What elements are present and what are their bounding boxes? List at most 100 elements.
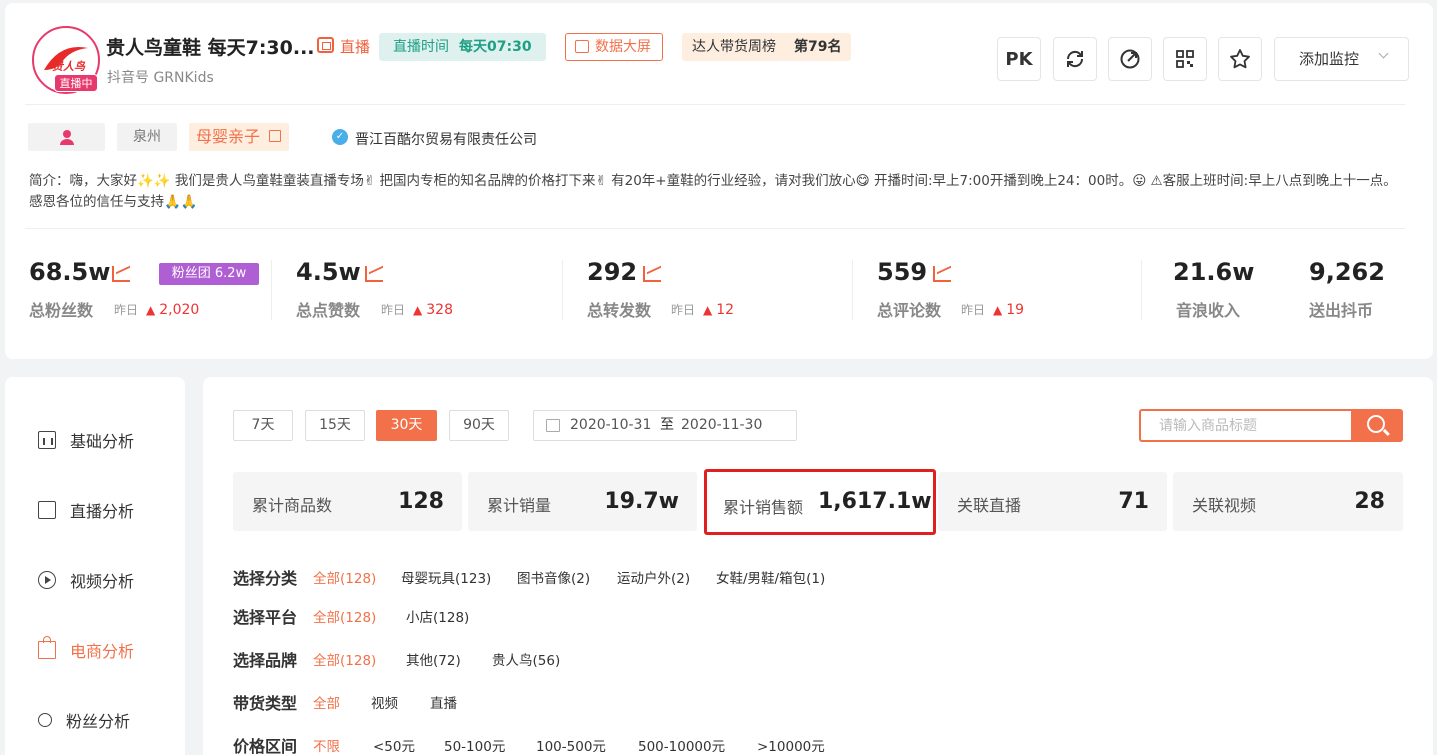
metric-value: 1,617.1w [818, 489, 932, 514]
filter-option[interactable]: 小店(128) [406, 606, 469, 626]
category-tag[interactable]: 母婴亲子 [189, 123, 289, 151]
metric-value: 128 [398, 489, 444, 514]
yesterday-label: 昨日 [114, 303, 139, 317]
metric-label: 累计销量 [487, 496, 552, 515]
filter-option[interactable]: 母婴玩具(123) [401, 567, 491, 587]
metric-label: 关联直播 [957, 496, 1022, 515]
stat-value: 21.6w [1173, 258, 1255, 286]
sidebar-item-ecommerce[interactable]: 电商分析 [38, 636, 135, 662]
date-start[interactable]: 2020-10-31 [570, 411, 651, 440]
trend-chart-icon[interactable] [365, 266, 383, 282]
filter-option[interactable]: <50元 [373, 735, 415, 755]
filter-option[interactable]: 500-10000元 [638, 735, 725, 755]
favorite-button[interactable] [1218, 37, 1262, 81]
search-button[interactable] [1351, 409, 1403, 442]
stat-shares: 292 总转发数 昨日 ▲ 12 [587, 258, 734, 320]
divider [25, 228, 1405, 229]
filter-option[interactable]: 视频 [371, 692, 398, 712]
sidebar-item-fans[interactable]: 粉丝分析 [38, 708, 130, 732]
filter-option[interactable]: 直播 [430, 692, 457, 712]
gender-tag [28, 123, 105, 151]
edit-icon[interactable] [269, 130, 281, 142]
stat-label: 总点赞数 [296, 301, 361, 320]
refresh-button[interactable] [1053, 37, 1097, 81]
filter-option[interactable]: 50-100元 [444, 735, 505, 755]
pk-button[interactable]: PK [997, 37, 1041, 81]
add-monitor-label: 添加监控 [1299, 50, 1360, 68]
live-icon [317, 37, 334, 53]
filter-title: 选择分类 [233, 569, 298, 588]
star-icon [1230, 49, 1250, 69]
stat-value: 292 [587, 258, 638, 286]
filter-option[interactable]: 贵人鸟(56) [492, 649, 560, 669]
date-range-separator: 至 [660, 417, 674, 433]
period-7d-button[interactable]: 7天 [233, 410, 293, 441]
stat-coins: 9,262 送出抖币 [1309, 258, 1385, 320]
sidebar-item-label: 视频分析 [70, 572, 135, 591]
stat-value: 559 [877, 258, 928, 286]
metric-total-products: 累计商品数 128 [233, 472, 462, 531]
filter-option[interactable]: 其他(72) [406, 649, 461, 669]
up-arrow-icon: ▲ [703, 303, 713, 317]
stat-value: 9,262 [1309, 258, 1385, 286]
sidebar-item-live[interactable]: 直播分析 [38, 498, 134, 522]
chart-screen-icon [575, 40, 589, 53]
filter-option[interactable]: 100-500元 [536, 735, 606, 755]
filter-option[interactable]: 运动户外(2) [617, 567, 690, 587]
stat-yesterday: 昨日 ▲ 328 [381, 301, 453, 318]
stat-value: 68.5w [29, 258, 111, 286]
date-end[interactable]: 2020-11-30 [681, 411, 762, 440]
metric-label: 累计销售额 [723, 498, 804, 517]
sidebar-item-label: 电商分析 [70, 642, 135, 661]
sidebar-item-label: 粉丝分析 [66, 712, 131, 731]
period-30d-button[interactable]: 30天 [376, 410, 437, 441]
add-monitor-dropdown[interactable]: 添加监控 [1274, 37, 1409, 81]
date-range-picker[interactable]: 2020-10-31 至 2020-11-30 [533, 410, 797, 441]
filter-option[interactable]: 图书音像(2) [517, 567, 590, 587]
douyin-id: 抖音号 GRNKids [107, 70, 214, 86]
filter-option[interactable]: 女鞋/男鞋/箱包(1) [716, 567, 825, 587]
trend-chart-icon[interactable] [643, 266, 661, 282]
weekly-rank-tag[interactable]: 达人带货周榜 第79名 [682, 33, 852, 61]
filter-option[interactable]: >10000元 [757, 735, 825, 755]
rank-label: 达人带货周榜 [692, 39, 776, 55]
company-name: 晋江百酷尔贸易有限责任公司 [355, 132, 537, 148]
metric-value: 19.7w [604, 489, 679, 514]
sidebar-item-video[interactable]: 视频分析 [38, 568, 134, 592]
trend-chart-icon[interactable] [112, 266, 130, 282]
filter-option[interactable]: 全部(128) [313, 606, 376, 626]
period-90d-button[interactable]: 90天 [449, 410, 509, 441]
stat-yesterday: 昨日 ▲ 12 [671, 301, 734, 318]
filter-option[interactable]: 不限 [313, 735, 340, 755]
stat-value: 4.5w [296, 258, 361, 286]
yesterday-label: 昨日 [671, 303, 696, 317]
data-screen-label: 数据大屏 [595, 39, 651, 55]
qr-code-button[interactable] [1163, 37, 1207, 81]
up-arrow-icon: ▲ [993, 303, 1003, 317]
period-15d-button[interactable]: 15天 [305, 410, 365, 441]
shopping-bag-icon [38, 636, 56, 659]
metric-related-lives: 关联直播 71 [938, 472, 1167, 531]
city-tag: 泉州 [117, 123, 177, 151]
filter-option[interactable]: 全部(128) [313, 567, 376, 587]
share-button[interactable] [1108, 37, 1152, 81]
stat-comments: 559 总评论数 昨日 ▲ 19 [877, 258, 1024, 320]
data-screen-button[interactable]: 数据大屏 [565, 33, 663, 61]
sidebar-item-basic[interactable]: 基础分析 [38, 428, 134, 452]
metric-related-videos: 关联视频 28 [1173, 472, 1403, 531]
fans-club-badge[interactable]: 粉丝团 6.2w [159, 263, 259, 285]
divider [852, 260, 853, 320]
share-icon [1120, 49, 1140, 69]
filter-option[interactable]: 全部 [313, 692, 340, 712]
trend-chart-icon[interactable] [933, 266, 951, 282]
category-label: 母婴亲子 [196, 127, 261, 146]
play-icon [38, 571, 56, 589]
filter-title: 选择平台 [233, 608, 298, 627]
metric-label: 累计商品数 [252, 496, 333, 515]
yesterday-value: 2,020 [159, 302, 200, 318]
search-icon [1367, 415, 1385, 433]
sidebar-item-label: 直播分析 [70, 502, 135, 521]
stat-fans: 68.5w 总粉丝数 昨日 ▲ 2,020 [29, 258, 199, 320]
filter-option[interactable]: 全部(128) [313, 649, 376, 669]
product-search-input[interactable] [1139, 409, 1352, 442]
